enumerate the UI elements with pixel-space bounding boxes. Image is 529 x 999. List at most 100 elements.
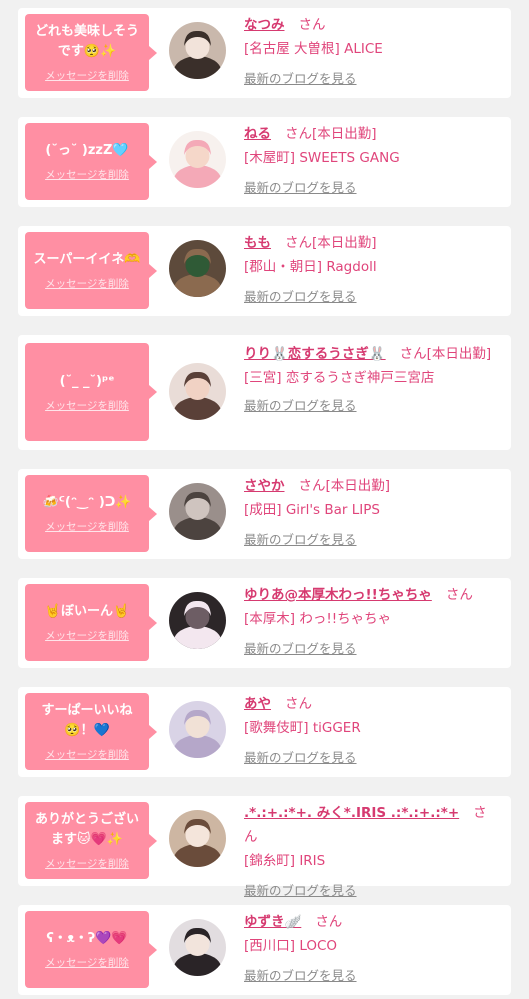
girl-name-link[interactable]: ゆずき🪽 <box>244 914 301 930</box>
shop-label: [錦糸町] IRIS <box>244 853 326 869</box>
avatar[interactable] <box>169 919 226 976</box>
message-card: 🍻ᑦ(ᵔ‿ᵔ )ᑐ✨ メッセージを削除 さやか さん[本日出勤] [成田] Girl's… <box>18 469 511 559</box>
name-line: ゆりあ@本厚木わっ!!ちゃちゃ さん <box>244 583 500 607</box>
girl-name-link[interactable]: もも <box>244 235 271 251</box>
message-text: 🍻ᑦ(ᵔ‿ᵔ )ᑐ✨ <box>42 495 132 510</box>
shop-label: [郡山・朝日] Ragdoll <box>244 259 377 275</box>
message-bubble: (˘っ˘ )zzZ🩵 メッセージを削除 <box>25 123 157 200</box>
latest-blog-link[interactable]: 最新のブログを見る <box>244 394 500 418</box>
message-card: どれも美味しそうです🥺✨ メッセージを削除 なつみ さん [名古屋 大曽根] ALICE… <box>18 8 511 98</box>
avatar[interactable] <box>169 592 226 649</box>
avatar[interactable] <box>169 131 226 188</box>
delete-message-link[interactable]: メッセージを削除 <box>29 398 145 413</box>
shop-label: [成田] Girl's Bar LIPS <box>244 502 380 518</box>
girl-name-link[interactable]: さやか <box>244 478 285 494</box>
honorific: さん <box>315 914 343 930</box>
status-label: [本日出勤] <box>312 126 377 142</box>
message-bubble: (˘_ _˘)ᵖᵉ メッセージを削除 <box>25 343 157 441</box>
honorific: さん <box>285 696 312 712</box>
honorific: さん <box>445 587 473 603</box>
name-line: .*.:+.:*+. みく*.IRIS .:*.:+.:*+ さん <box>244 801 500 849</box>
message-bubble: すーぱーいいね🥺！💙 メッセージを削除 <box>25 693 157 770</box>
delete-message-link[interactable]: メッセージを削除 <box>29 856 145 871</box>
message-card: ありがとうございます🐱💗✨ メッセージを削除 .*.:+.:*+. みく*.IRIS… <box>18 796 511 898</box>
shop-label: [木屋町] SWEETS GANG <box>244 150 400 166</box>
message-bubble: どれも美味しそうです🥺✨ メッセージを削除 <box>25 14 157 91</box>
sender-info: あや さん [歌舞伎町] tiGGER 最新のブログを見る <box>244 692 500 770</box>
message-card: 🤘ぼいーん🤘 メッセージを削除 ゆりあ@本厚木わっ!!ちゃちゃ さん [本厚木] わっ!… <box>18 578 511 668</box>
shop-label: [西川口] LOCO <box>244 938 338 954</box>
delete-message-link[interactable]: メッセージを削除 <box>29 276 145 291</box>
avatar[interactable] <box>169 22 226 79</box>
message-text: スーパーイイネ🫶 <box>33 252 141 267</box>
message-card: スーパーイイネ🫶 メッセージを削除 もも さん[本日出勤] [郡山・朝日] Ragdol… <box>18 226 511 316</box>
girl-name-link[interactable]: あや <box>244 696 271 712</box>
message-card: (˘っ˘ )zzZ🩵 メッセージを削除 ねる さん[本日出勤] [木屋町] SWEETS… <box>18 117 511 207</box>
honorific: さん <box>399 346 427 362</box>
message-text: (˘_ _˘)ᵖᵉ <box>59 373 115 389</box>
sender-info: .*.:+.:*+. みく*.IRIS .:*.:+.:*+ さん [錦糸町] IR… <box>244 801 500 903</box>
honorific: さん <box>285 126 312 142</box>
message-bubble: 🤘ぼいーん🤘 メッセージを削除 <box>25 584 157 661</box>
name-line: さやか さん[本日出勤] <box>244 474 500 498</box>
sender-info: りり🐰恋するうさぎ🐰 さん[本日出勤] [三宮] 恋するうさぎ神戸三宮店最新のブログ… <box>244 342 500 418</box>
message-card: (˘_ _˘)ᵖᵉ メッセージを削除 りり🐰恋するうさぎ🐰 さん[本日出勤] [三宮] … <box>18 335 511 450</box>
avatar[interactable] <box>169 483 226 540</box>
shop-label: [本厚木] わっ!!ちゃちゃ <box>244 611 392 627</box>
avatar[interactable] <box>169 363 226 420</box>
latest-blog-link[interactable]: 最新のブログを見る <box>244 637 500 661</box>
message-text: ʕ・ᴥ・ʔ💜💗 <box>46 931 128 946</box>
delete-message-link[interactable]: メッセージを削除 <box>29 747 145 762</box>
shop-label: [三宮] 恋するうさぎ神戸三宮店 <box>244 370 435 386</box>
name-line: りり🐰恋するうさぎ🐰 さん[本日出勤] <box>244 342 500 366</box>
sender-info: もも さん[本日出勤] [郡山・朝日] Ragdoll 最新のブログを見る <box>244 231 500 309</box>
delete-message-link[interactable]: メッセージを削除 <box>29 628 145 643</box>
name-line: ゆずき🪽 さん <box>244 910 500 934</box>
delete-message-link[interactable]: メッセージを削除 <box>29 167 145 182</box>
girl-name-link[interactable]: .*.:+.:*+. みく*.IRIS .:*.:+.:*+ <box>244 805 459 821</box>
avatar[interactable] <box>169 240 226 297</box>
delete-message-link[interactable]: メッセージを削除 <box>29 955 145 970</box>
status-label: [本日出勤] <box>325 478 391 494</box>
name-line: もも さん[本日出勤] <box>244 231 500 255</box>
message-card: ʕ・ᴥ・ʔ💜💗 メッセージを削除 ゆずき🪽 さん [西川口] LOCO 最新のブログを見る <box>18 905 511 995</box>
sender-info: なつみ さん [名古屋 大曽根] ALICE 最新のブログを見る <box>244 13 500 91</box>
message-list: どれも美味しそうです🥺✨ メッセージを削除 なつみ さん [名古屋 大曽根] ALICE… <box>0 0 529 999</box>
girl-name-link[interactable]: りり🐰恋するうさぎ🐰 <box>244 346 386 362</box>
girl-name-link[interactable]: ねる <box>244 126 271 142</box>
name-line: ねる さん[本日出勤] <box>244 122 500 146</box>
message-bubble: スーパーイイネ🫶 メッセージを削除 <box>25 232 157 309</box>
honorific: さん <box>298 478 326 494</box>
message-text: 🤘ぼいーん🤘 <box>44 604 130 619</box>
latest-blog-link[interactable]: 最新のブログを見る <box>244 285 500 309</box>
delete-message-link[interactable]: メッセージを削除 <box>29 68 145 83</box>
shop-label: [歌舞伎町] tiGGER <box>244 720 361 736</box>
message-bubble: ありがとうございます🐱💗✨ メッセージを削除 <box>25 802 157 879</box>
honorific: さん <box>298 17 326 33</box>
delete-message-link[interactable]: メッセージを削除 <box>29 519 145 534</box>
girl-name-link[interactable]: ゆりあ@本厚木わっ!!ちゃちゃ <box>244 587 432 603</box>
latest-blog-link[interactable]: 最新のブログを見る <box>244 176 500 200</box>
name-line: あや さん <box>244 692 500 716</box>
sender-info: ゆりあ@本厚木わっ!!ちゃちゃ さん [本厚木] わっ!!ちゃちゃ最新のブログを見る <box>244 583 500 661</box>
avatar[interactable] <box>169 701 226 758</box>
status-label: [本日出勤] <box>426 346 492 362</box>
sender-info: ゆずき🪽 さん [西川口] LOCO 最新のブログを見る <box>244 910 500 988</box>
message-card: すーぱーいいね🥺！💙 メッセージを削除 あや さん [歌舞伎町] tiGGER 最新のブロ… <box>18 687 511 777</box>
latest-blog-link[interactable]: 最新のブログを見る <box>244 528 500 552</box>
honorific: さん <box>285 235 312 251</box>
message-bubble: 🍻ᑦ(ᵔ‿ᵔ )ᑐ✨ メッセージを削除 <box>25 475 157 552</box>
latest-blog-link[interactable]: 最新のブログを見る <box>244 879 500 903</box>
latest-blog-link[interactable]: 最新のブログを見る <box>244 746 500 770</box>
message-text: (˘っ˘ )zzZ🩵 <box>45 143 129 158</box>
girl-name-link[interactable]: なつみ <box>244 17 285 33</box>
message-bubble: ʕ・ᴥ・ʔ💜💗 メッセージを削除 <box>25 911 157 988</box>
message-text: どれも美味しそうです🥺✨ <box>34 24 139 59</box>
sender-info: さやか さん[本日出勤] [成田] Girl's Bar LIPS 最新のブログを見る <box>244 474 500 552</box>
status-label: [本日出勤] <box>312 235 377 251</box>
latest-blog-link[interactable]: 最新のブログを見る <box>244 67 500 91</box>
name-line: なつみ さん <box>244 13 500 37</box>
message-text: すーぱーいいね🥺！💙 <box>41 703 133 738</box>
avatar[interactable] <box>169 810 226 867</box>
latest-blog-link[interactable]: 最新のブログを見る <box>244 964 500 988</box>
